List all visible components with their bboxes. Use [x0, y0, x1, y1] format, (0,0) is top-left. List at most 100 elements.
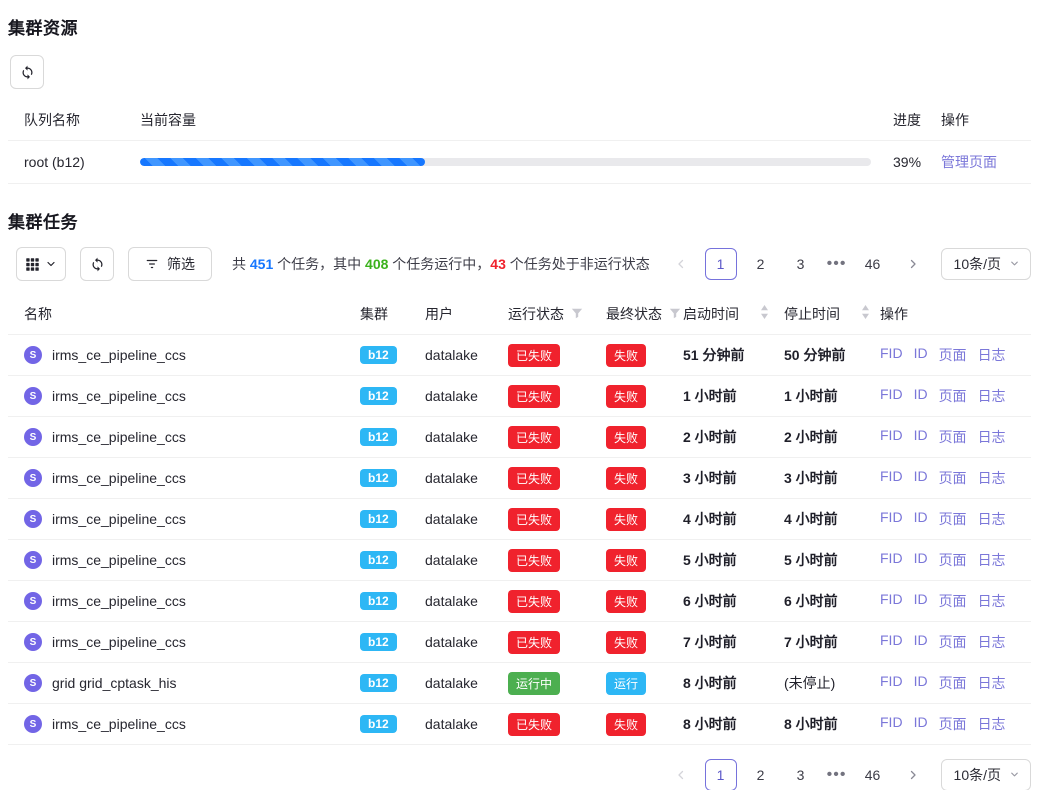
tasks-table-header: 名称 集群 用户 运行状态 最终状态 启动时间 停止时间 操作 — [8, 293, 1031, 335]
page-size-select[interactable]: 10条/页 — [941, 248, 1031, 280]
page-link[interactable]: 页面 — [939, 345, 967, 365]
layout-dropdown-button[interactable] — [16, 247, 66, 281]
fid-link[interactable]: FID — [880, 345, 903, 365]
log-link[interactable]: 日志 — [978, 591, 1006, 611]
page-link[interactable]: 页面 — [939, 714, 967, 734]
stop-time: 6 小时前 — [784, 591, 880, 611]
start-time: 6 小时前 — [683, 591, 784, 611]
task-name: irms_ce_pipeline_ccs — [52, 388, 186, 404]
run-status-badge: 已失败 — [508, 344, 560, 367]
manage-page-link[interactable]: 管理页面 — [941, 154, 997, 170]
final-status-badge: 失败 — [606, 344, 646, 367]
filter-button[interactable]: 筛选 — [128, 247, 212, 281]
prev-page-button[interactable] — [665, 248, 697, 280]
pagination-ellipsis[interactable]: ••• — [825, 766, 849, 784]
run-status-badge: 已失败 — [508, 426, 560, 449]
page-button-1[interactable]: 1 — [705, 759, 737, 790]
prev-page-button[interactable] — [665, 759, 697, 790]
column-header-queue: 队列名称 — [8, 110, 140, 130]
cluster-badge: b12 — [360, 469, 397, 487]
fid-link[interactable]: FID — [880, 427, 903, 447]
refresh-button[interactable] — [10, 55, 44, 89]
id-link[interactable]: ID — [914, 468, 928, 488]
table-row: S irms_ce_pipeline_ccs b12 datalake 已失败 … — [8, 622, 1031, 663]
cluster-badge: b12 — [360, 387, 397, 405]
page-link[interactable]: 页面 — [939, 550, 967, 570]
capacity-progress-fill — [140, 158, 425, 166]
chevron-down-icon — [1009, 767, 1020, 783]
cluster-badge: b12 — [360, 510, 397, 528]
filter-funnel-icon[interactable] — [669, 306, 681, 322]
start-time: 2 小时前 — [683, 427, 784, 447]
page-link[interactable]: 页面 — [939, 386, 967, 406]
refresh-tasks-button[interactable] — [80, 247, 114, 281]
id-link[interactable]: ID — [914, 714, 928, 734]
id-link[interactable]: ID — [914, 632, 928, 652]
chevron-down-icon — [45, 258, 57, 270]
fid-link[interactable]: FID — [880, 509, 903, 529]
log-link[interactable]: 日志 — [978, 509, 1006, 529]
cluster-tasks-section: 集群任务 筛选 共 451 个任务，其 — [8, 208, 1031, 790]
id-link[interactable]: ID — [914, 386, 928, 406]
page-link[interactable]: 页面 — [939, 673, 967, 693]
page-button-46[interactable]: 46 — [857, 759, 889, 790]
fid-link[interactable]: FID — [880, 591, 903, 611]
id-link[interactable]: ID — [914, 427, 928, 447]
next-page-button[interactable] — [897, 759, 929, 790]
filter-button-label: 筛选 — [167, 254, 195, 274]
page-button-3[interactable]: 3 — [785, 759, 817, 790]
user-name: datalake — [425, 347, 508, 363]
log-link[interactable]: 日志 — [978, 550, 1006, 570]
page-button-2[interactable]: 2 — [745, 248, 777, 280]
log-link[interactable]: 日志 — [978, 714, 1006, 734]
next-page-button[interactable] — [897, 248, 929, 280]
pagination-ellipsis[interactable]: ••• — [825, 255, 849, 273]
cluster-badge: b12 — [360, 592, 397, 610]
capacity-progress-bar — [140, 158, 871, 166]
fid-link[interactable]: FID — [880, 386, 903, 406]
fid-link[interactable]: FID — [880, 673, 903, 693]
avatar: S — [24, 387, 42, 405]
page-link[interactable]: 页面 — [939, 427, 967, 447]
fid-link[interactable]: FID — [880, 550, 903, 570]
id-link[interactable]: ID — [914, 345, 928, 365]
column-header-capacity: 当前容量 — [140, 110, 893, 130]
page-link[interactable]: 页面 — [939, 468, 967, 488]
page-button-3[interactable]: 3 — [785, 248, 817, 280]
sort-icon[interactable] — [760, 305, 769, 322]
page-button-2[interactable]: 2 — [745, 759, 777, 790]
page-link[interactable]: 页面 — [939, 509, 967, 529]
non-running-count: 43 — [490, 256, 506, 272]
fid-link[interactable]: FID — [880, 632, 903, 652]
id-link[interactable]: ID — [914, 550, 928, 570]
total-count: 451 — [250, 256, 273, 272]
log-link[interactable]: 日志 — [978, 632, 1006, 652]
stop-time: 4 小时前 — [784, 509, 880, 529]
log-link[interactable]: 日志 — [978, 345, 1006, 365]
stop-time: (未停止) — [784, 673, 880, 693]
page-link[interactable]: 页面 — [939, 591, 967, 611]
page-size-select[interactable]: 10条/页 — [941, 759, 1031, 790]
avatar: S — [24, 510, 42, 528]
final-status-badge: 失败 — [606, 713, 646, 736]
column-header-start-time: 启动时间 — [683, 304, 739, 324]
log-link[interactable]: 日志 — [978, 468, 1006, 488]
filter-funnel-icon[interactable] — [571, 306, 583, 322]
log-link[interactable]: 日志 — [978, 427, 1006, 447]
sort-icon[interactable] — [861, 305, 870, 322]
log-link[interactable]: 日志 — [978, 386, 1006, 406]
id-link[interactable]: ID — [914, 673, 928, 693]
cluster-resources-section: 集群资源 队列名称 当前容量 进度 操作 root (b12) 39% 管理页面 — [8, 14, 1031, 184]
id-link[interactable]: ID — [914, 591, 928, 611]
log-link[interactable]: 日志 — [978, 673, 1006, 693]
task-summary: 共 451 个任务，其中 408 个任务运行中，43 个任务处于非运行状态 — [232, 254, 650, 274]
pagination-bottom-wrapper: 1 2 3 ••• 46 10条/页 — [8, 759, 1031, 790]
tasks-table: 名称 集群 用户 运行状态 最终状态 启动时间 停止时间 操作 S irms_c… — [8, 293, 1031, 745]
page-link[interactable]: 页面 — [939, 632, 967, 652]
fid-link[interactable]: FID — [880, 714, 903, 734]
fid-link[interactable]: FID — [880, 468, 903, 488]
task-name: irms_ce_pipeline_ccs — [52, 470, 186, 486]
id-link[interactable]: ID — [914, 509, 928, 529]
page-button-46[interactable]: 46 — [857, 248, 889, 280]
page-button-1[interactable]: 1 — [705, 248, 737, 280]
